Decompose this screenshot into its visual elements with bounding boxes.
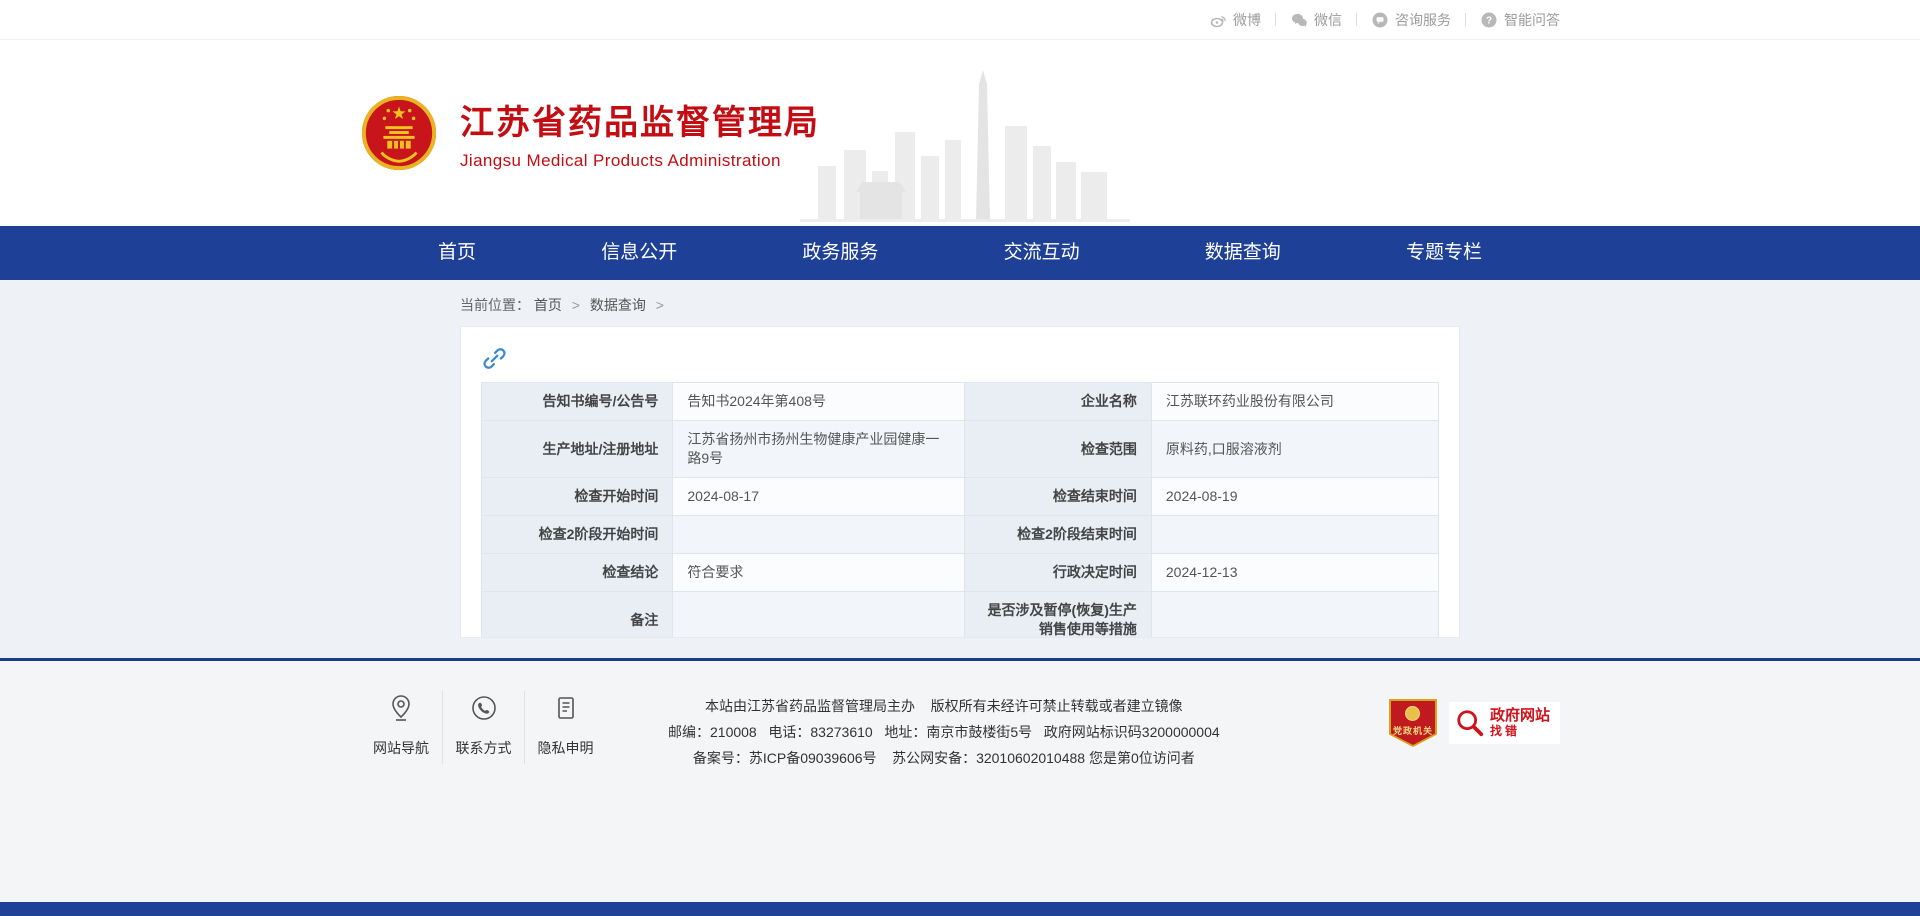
document-icon bbox=[551, 693, 581, 723]
field-label: 检查范围 bbox=[965, 421, 1152, 478]
table-row: 检查开始时间 2024-08-17 检查结束时间 2024-08-19 bbox=[482, 478, 1439, 516]
site-header: 江苏省药品监督管理局 Jiangsu Medical Products Admi… bbox=[0, 40, 1920, 226]
field-value: 2024-12-13 bbox=[1151, 554, 1438, 592]
footer-info: 本站由江苏省药品监督管理局主办 版权所有未经许可禁止转载或者建立镜像 邮编：21… bbox=[668, 691, 1220, 771]
national-emblem-logo bbox=[360, 94, 438, 172]
wechat-icon bbox=[1290, 11, 1308, 29]
breadcrumb: 当前位置： 首页 > 数据查询 > bbox=[460, 280, 1460, 326]
footer-address-line: 邮编：210008 电话：83273610 地址：南京市鼓楼街5号 政府网站标识… bbox=[668, 719, 1220, 745]
phone-icon bbox=[469, 693, 499, 723]
table-row: 备注 是否涉及暂停(恢复)生产销售使用等措施 bbox=[482, 592, 1439, 639]
site-subtitle: Jiangsu Medical Products Administration bbox=[460, 151, 820, 171]
topbar-item-label: 智能问答 bbox=[1504, 10, 1560, 30]
contact-link[interactable]: 联系方式 bbox=[442, 691, 524, 764]
field-label: 检查开始时间 bbox=[482, 478, 673, 516]
field-label: 检查2阶段结束时间 bbox=[965, 516, 1152, 554]
nav-item-data-query[interactable]: 数据查询 bbox=[1205, 226, 1281, 280]
nav-item-special-topics[interactable]: 专题专栏 bbox=[1406, 226, 1482, 280]
field-value: 江苏省扬州市扬州生物健康产业园健康一路9号 bbox=[673, 421, 965, 478]
nav-item-gov-services[interactable]: 政务服务 bbox=[802, 226, 878, 280]
field-value bbox=[673, 516, 965, 554]
field-value bbox=[1151, 516, 1438, 554]
table-row: 告知书编号/公告号 告知书2024年第408号 企业名称 江苏联环药业股份有限公… bbox=[482, 383, 1439, 421]
field-value: 原料药,口服溶液剂 bbox=[1151, 421, 1438, 478]
gov-site-badge-subtitle: 找错 bbox=[1490, 725, 1550, 739]
smart-qa-link[interactable]: ? 智能问答 bbox=[1480, 10, 1560, 30]
breadcrumb-prefix: 当前位置： bbox=[460, 297, 530, 313]
footer-host-copyright-line: 本站由江苏省药品监督管理局主办 版权所有未经许可禁止转载或者建立镜像 bbox=[668, 693, 1220, 719]
main-content: 当前位置： 首页 > 数据查询 > 告知书编号/公告号 告知书2024年第408… bbox=[0, 280, 1920, 658]
field-value: 符合要求 bbox=[673, 554, 965, 592]
nav-item-interaction[interactable]: 交流互动 bbox=[1004, 226, 1080, 280]
nav-item-home[interactable]: 首页 bbox=[438, 226, 476, 280]
gov-site-error-report-badge[interactable]: 政府网站 找错 bbox=[1449, 702, 1560, 743]
field-label: 检查2阶段开始时间 bbox=[482, 516, 673, 554]
field-value: 江苏联环药业股份有限公司 bbox=[1151, 383, 1438, 421]
map-pin-icon bbox=[386, 693, 416, 723]
field-label: 告知书编号/公告号 bbox=[482, 383, 673, 421]
site-title: 江苏省药品监督管理局 bbox=[460, 95, 820, 144]
breadcrumb-separator: > bbox=[572, 297, 580, 313]
field-label: 是否涉及暂停(恢复)生产销售使用等措施 bbox=[965, 592, 1152, 639]
table-row: 生产地址/注册地址 江苏省扬州市扬州生物健康产业园健康一路9号 检查范围 原料药… bbox=[482, 421, 1439, 478]
field-label: 行政决定时间 bbox=[965, 554, 1152, 592]
field-label: 检查结束时间 bbox=[965, 478, 1152, 516]
inspection-detail-table: 告知书编号/公告号 告知书2024年第408号 企业名称 江苏联环药业股份有限公… bbox=[481, 382, 1439, 638]
footer: 网站导航 联系方式 隐私申明 本站由江苏省药品监督管 bbox=[0, 661, 1920, 902]
breadcrumb-separator: > bbox=[656, 297, 664, 313]
footer-link-label: 联系方式 bbox=[443, 738, 524, 758]
field-value: 2024-08-19 bbox=[1151, 478, 1438, 516]
link-icon bbox=[481, 345, 508, 372]
wechat-link[interactable]: 微信 bbox=[1290, 10, 1342, 30]
field-label: 检查结论 bbox=[482, 554, 673, 592]
footer-link-label: 隐私申明 bbox=[525, 738, 606, 758]
party-gov-badge-label: 党政机关 bbox=[1393, 724, 1433, 737]
topbar: 微博 微信 咨询服务 bbox=[0, 0, 1920, 40]
site-map-link[interactable]: 网站导航 bbox=[360, 691, 442, 764]
table-row: 检查结论 符合要求 行政决定时间 2024-12-13 bbox=[482, 554, 1439, 592]
table-row: 检查2阶段开始时间 检查2阶段结束时间 bbox=[482, 516, 1439, 554]
field-value bbox=[673, 592, 965, 639]
qa-icon: ? bbox=[1480, 11, 1498, 29]
inspection-detail-card: 告知书编号/公告号 告知书2024年第408号 企业名称 江苏联环药业股份有限公… bbox=[460, 326, 1460, 638]
weibo-link[interactable]: 微博 bbox=[1209, 10, 1261, 30]
weibo-icon bbox=[1209, 11, 1227, 29]
consult-service-link[interactable]: 咨询服务 bbox=[1371, 10, 1451, 30]
privacy-statement-link[interactable]: 隐私申明 bbox=[524, 691, 606, 764]
topbar-item-label: 微信 bbox=[1314, 10, 1342, 30]
field-label: 生产地址/注册地址 bbox=[482, 421, 673, 478]
topbar-item-label: 咨询服务 bbox=[1395, 10, 1451, 30]
svg-text:?: ? bbox=[1486, 15, 1492, 26]
footer-link-label: 网站导航 bbox=[360, 738, 442, 758]
field-value bbox=[1151, 592, 1438, 639]
divider bbox=[1275, 13, 1276, 26]
field-label: 企业名称 bbox=[965, 383, 1152, 421]
divider bbox=[1465, 13, 1466, 26]
footer-quick-links: 网站导航 联系方式 隐私申明 bbox=[360, 691, 606, 764]
bottom-blue-strip bbox=[0, 902, 1920, 916]
field-value: 2024-08-17 bbox=[673, 478, 965, 516]
divider bbox=[1356, 13, 1357, 26]
breadcrumb-home-link[interactable]: 首页 bbox=[534, 297, 562, 313]
footer-icp-line: 备案号：苏ICP备09039606号 苏公网安备：32010602010488 … bbox=[668, 745, 1220, 771]
gov-site-badge-title: 政府网站 bbox=[1490, 707, 1550, 724]
magnifier-icon bbox=[1455, 708, 1485, 738]
field-label: 备注 bbox=[482, 592, 673, 639]
badge-emblem-icon bbox=[1405, 706, 1420, 721]
nav-item-info-disclosure[interactable]: 信息公开 bbox=[601, 226, 677, 280]
main-nav: 首页 信息公开 政务服务 交流互动 数据查询 专题专栏 bbox=[0, 226, 1920, 280]
breadcrumb-data-query-link[interactable]: 数据查询 bbox=[590, 297, 646, 313]
consult-icon bbox=[1371, 11, 1389, 29]
party-gov-badge[interactable]: 党政机关 bbox=[1389, 699, 1437, 747]
footer-badges: 党政机关 政府网站 找错 bbox=[1389, 699, 1560, 747]
field-value: 告知书2024年第408号 bbox=[673, 383, 965, 421]
topbar-item-label: 微博 bbox=[1233, 10, 1261, 30]
